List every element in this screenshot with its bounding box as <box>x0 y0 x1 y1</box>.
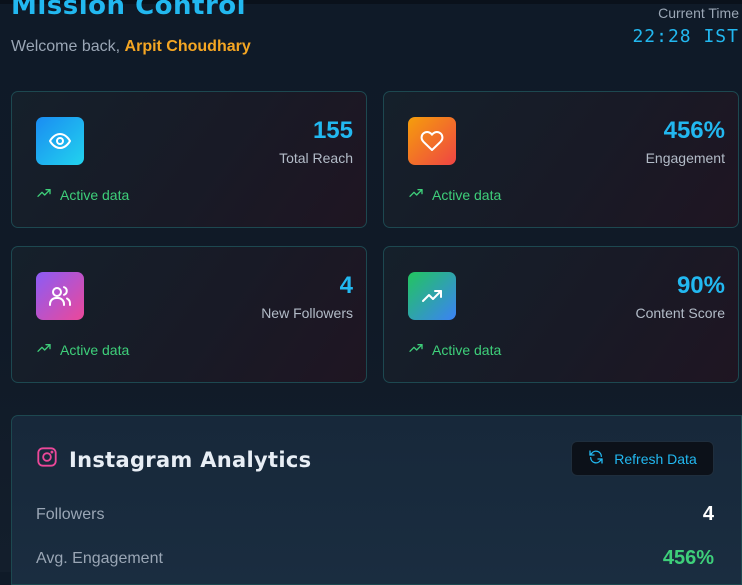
stat-card-total-reach: 155 Total Reach Active data <box>11 91 367 228</box>
stat-card-content-score: 90% Content Score Active data <box>383 246 739 383</box>
eye-icon <box>36 117 84 165</box>
users-icon <box>36 272 84 320</box>
stat-status-text: Active data <box>60 186 130 203</box>
stat-status-text: Active data <box>60 341 130 358</box>
trending-up-icon <box>36 340 52 359</box>
stat-value: 155 <box>312 117 353 144</box>
stat-value: 90% <box>676 272 725 299</box>
user-name: Arpit Choudhary <box>124 38 251 55</box>
stat-value: 456% <box>663 117 725 144</box>
current-time-label: Current Time <box>658 5 739 21</box>
page-title: Mission Control <box>11 0 247 21</box>
stat-status-text: Active data <box>432 341 502 358</box>
stat-label: Content Score <box>635 305 726 321</box>
welcome-message: Welcome back, Arpit Choudhary <box>11 38 251 56</box>
stat-value: 4 <box>339 272 353 299</box>
trending-up-icon <box>36 185 52 204</box>
stat-status: Active data <box>408 185 501 204</box>
stat-status: Active data <box>36 185 129 204</box>
stat-label: Total Reach <box>279 150 353 166</box>
metric-label: Followers <box>36 505 105 523</box>
metric-label: Avg. Engagement <box>36 549 163 567</box>
refresh-data-button[interactable]: Refresh Data <box>571 441 714 476</box>
instagram-icon <box>36 446 58 473</box>
metric-value: 456% <box>662 547 714 569</box>
welcome-prefix: Welcome back, <box>11 38 121 55</box>
stat-status: Active data <box>36 340 129 359</box>
trending-up-icon <box>408 340 424 359</box>
metric-row-avg-engagement: Avg. Engagement 456% <box>36 547 714 570</box>
heart-icon <box>408 117 456 165</box>
trending-up-icon <box>408 272 456 320</box>
stat-card-new-followers: 4 New Followers Active data <box>11 246 367 383</box>
trending-up-icon <box>408 185 424 204</box>
stat-label: New Followers <box>261 305 353 321</box>
stat-label: Engagement <box>645 150 725 166</box>
panel-header: Instagram Analytics <box>36 446 311 473</box>
metric-row-followers: Followers 4 <box>36 503 714 526</box>
refresh-icon <box>588 449 604 468</box>
refresh-data-label: Refresh Data <box>614 450 697 467</box>
stat-status-text: Active data <box>432 186 502 203</box>
stat-status: Active data <box>408 340 501 359</box>
instagram-analytics-panel: Instagram Analytics Refresh Data Followe… <box>11 415 742 585</box>
panel-title: Instagram Analytics <box>69 447 312 472</box>
metric-value: 4 <box>702 503 714 525</box>
stat-card-engagement: 456% Engagement Active data <box>383 91 739 228</box>
current-time-value: 22:28 IST <box>632 26 739 47</box>
